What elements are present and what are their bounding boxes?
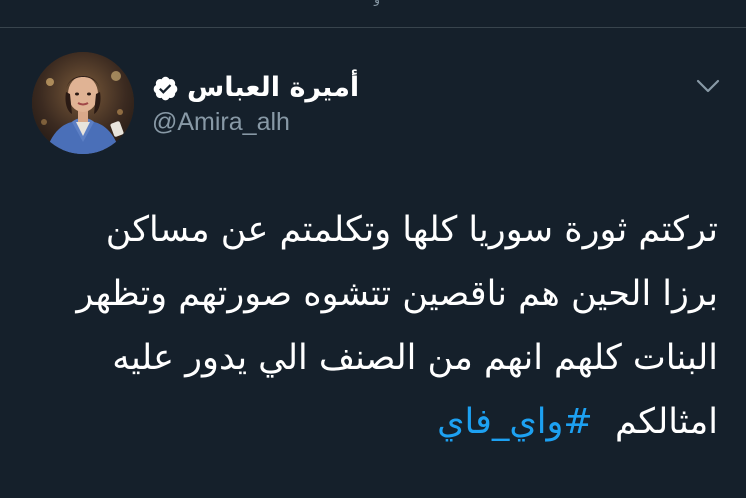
hashtag-link[interactable]: #واي_فاي	[437, 402, 593, 442]
chevron-down-icon[interactable]	[694, 74, 722, 98]
tweet-text-word: امثالكم	[615, 402, 718, 442]
previous-tweet-glyph: ﻭ	[370, 0, 384, 5]
avatar-photo	[32, 52, 134, 154]
tweet-text: تركتم ثورة سوريا كلها وتكلمتم عن مساكن ب…	[24, 198, 718, 454]
author-display-name[interactable]: أميرة العباس	[187, 68, 359, 108]
tweet-text-line: برزا الحين هم ناقصين تتشوه صورتهم وتظهر	[76, 274, 718, 314]
author-name-row[interactable]: أميرة العباس	[152, 68, 359, 108]
tweet-text-line: تركتم ثورة سوريا كلها وتكلمتم عن مساكن	[105, 210, 718, 250]
author-handle[interactable]: @Amira_alh	[152, 104, 290, 140]
tweet-text-line: البنات كلهم انهم من الصنف الي يدور عليه	[112, 338, 718, 378]
verified-badge-icon	[152, 75, 179, 102]
previous-tweet-edge: ﻭ	[0, 0, 746, 27]
avatar[interactable]	[32, 52, 134, 154]
tweet-text-last-line: امثالكم #واي_فاي	[24, 390, 718, 454]
